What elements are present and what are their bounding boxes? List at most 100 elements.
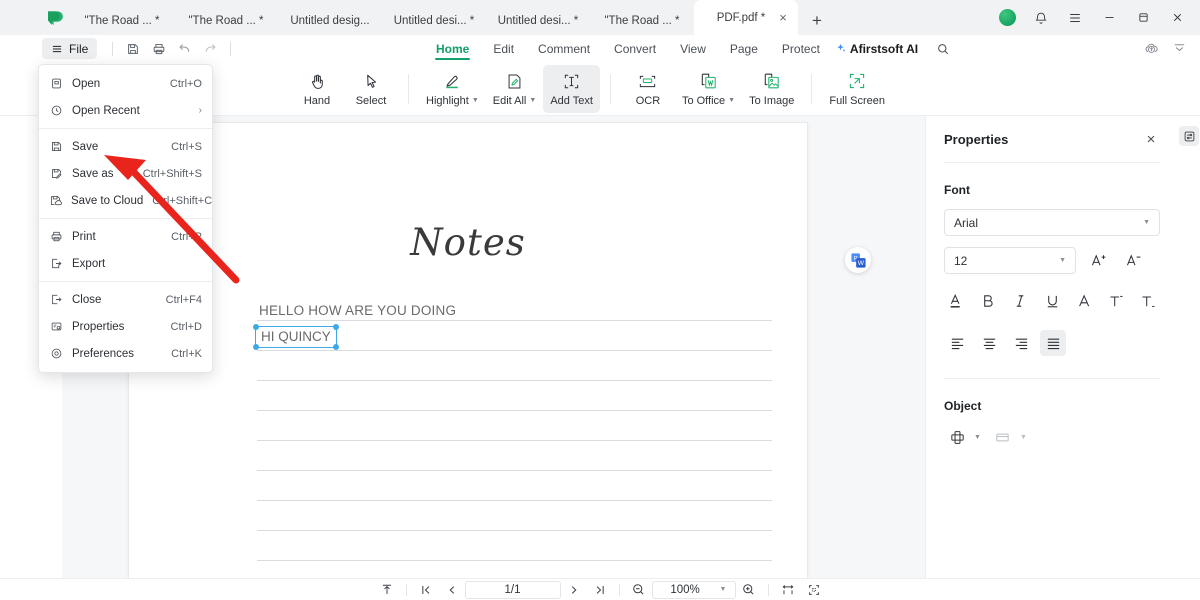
close-icon[interactable]: × — [776, 11, 790, 25]
text-style-icon[interactable] — [1072, 288, 1096, 314]
resize-handle-top-right[interactable] — [332, 324, 339, 330]
print-icon[interactable] — [147, 38, 170, 59]
close-icon[interactable]: × — [1142, 130, 1160, 148]
tool-ocr[interactable]: OCR — [621, 65, 675, 113]
chevron-down-icon[interactable]: ▼ — [1020, 434, 1027, 441]
menu-item-preferences[interactable]: Preferences Ctrl+K — [39, 340, 212, 367]
menu-item-close[interactable]: Close Ctrl+F4 — [39, 286, 212, 313]
cloud-upload-icon[interactable] — [1138, 37, 1164, 61]
tool-hand[interactable]: Hand — [290, 65, 344, 113]
tool-edit-all[interactable]: Edit All ▼ — [486, 65, 544, 113]
new-tab-button[interactable]: + — [802, 6, 832, 35]
ribbon-tab-page[interactable]: Page — [718, 35, 770, 62]
decrease-font-size-icon[interactable] — [1120, 248, 1146, 274]
font-color-icon[interactable] — [944, 288, 968, 314]
fit-page-icon[interactable] — [374, 580, 400, 600]
menu-item-export[interactable]: Export — [39, 250, 212, 277]
tool-to-image[interactable]: To Image — [742, 65, 801, 113]
document-text-line-1[interactable]: HELLO HOW ARE YOU DOING — [259, 303, 456, 318]
file-dropdown-menu[interactable]: Open Ctrl+O Open Recent › Save Ctrl+S Sa… — [38, 64, 213, 373]
page-heading: Notes — [410, 221, 526, 264]
menu-item-properties[interactable]: Properties Ctrl+D — [39, 313, 212, 340]
panel-settings-icon[interactable] — [1179, 126, 1199, 146]
align-left-icon[interactable] — [944, 330, 970, 356]
search-icon[interactable] — [936, 42, 950, 56]
collapse-ribbon-icon[interactable] — [1166, 37, 1192, 61]
ribbon-tab-comment[interactable]: Comment — [526, 35, 602, 62]
redo-icon[interactable] — [199, 38, 222, 59]
menu-item-save[interactable]: Save Ctrl+S — [39, 133, 212, 160]
pdf-page[interactable]: Notes HELLO HOW ARE YOU DOING HI QUINCY — [128, 122, 808, 600]
subscript-icon[interactable] — [1136, 288, 1160, 314]
zoom-level-select[interactable]: 100% ▼ — [651, 580, 736, 599]
ribbon-tab-convert[interactable]: Convert — [602, 35, 668, 62]
ribbon-tab-afirstsoft-ai[interactable]: Afirstsoft AI — [832, 35, 930, 62]
tool-add-text[interactable]: Add Text — [543, 64, 600, 113]
save-icon[interactable] — [121, 38, 144, 59]
selected-text-box[interactable]: HI QUINCY — [253, 324, 339, 350]
notification-bell-icon[interactable] — [1024, 3, 1058, 33]
chevron-down-icon[interactable]: ▼ — [974, 434, 981, 441]
font-size-select[interactable]: 12 ▼ — [944, 247, 1076, 274]
tab-5[interactable]: "The Road ... * — [590, 6, 694, 35]
increase-font-size-icon[interactable] — [1085, 248, 1111, 274]
menu-item-open-recent[interactable]: Open Recent › — [39, 97, 212, 124]
undo-icon[interactable] — [173, 38, 196, 59]
menu-item-label: Open Recent — [72, 104, 140, 117]
last-page-icon[interactable] — [587, 580, 613, 600]
zoom-out-icon[interactable] — [626, 580, 652, 600]
align-object-icon[interactable] — [944, 424, 970, 450]
tab-label: "The Road ... * — [188, 14, 264, 27]
fit-width-icon[interactable] — [775, 580, 801, 600]
previous-page-icon[interactable] — [439, 580, 465, 600]
align-center-icon[interactable] — [976, 330, 1002, 356]
object-frame-icon[interactable] — [990, 424, 1016, 450]
maximize-button[interactable] — [1126, 3, 1160, 33]
tool-full-screen[interactable]: Full Screen — [822, 65, 892, 113]
page-number-input[interactable]: 1/1 — [464, 580, 561, 599]
page-number-value: 1/1 — [504, 583, 521, 596]
underline-icon[interactable] — [1040, 288, 1064, 314]
zoom-in-icon[interactable] — [736, 580, 762, 600]
align-justify-icon[interactable] — [1040, 330, 1066, 356]
file-menu-button[interactable]: File — [42, 38, 98, 59]
tool-highlight[interactable]: Highlight ▼ — [419, 65, 486, 113]
font-family-value: Arial — [954, 215, 979, 230]
tab-6-active[interactable]: PDF.pdf * × — [694, 0, 798, 35]
font-family-select[interactable]: Arial ▼ — [944, 209, 1160, 236]
menu-item-save-as[interactable]: Save as Ctrl+Shift+S — [39, 160, 212, 187]
hamburger-menu-icon[interactable] — [1058, 3, 1092, 33]
ribbon-tab-view[interactable]: View — [668, 35, 718, 62]
pdf-to-word-icon[interactable]: P W — [845, 247, 871, 273]
resize-handle-top-left[interactable] — [253, 324, 259, 330]
menu-item-open[interactable]: Open Ctrl+O — [39, 70, 212, 97]
resize-handle-bottom-right[interactable] — [332, 344, 339, 350]
resize-handle-bottom-left[interactable] — [253, 344, 259, 350]
tab-0[interactable]: "The Road ... * — [70, 6, 174, 35]
bold-icon[interactable] — [976, 288, 1000, 314]
tab-3[interactable]: Untitled desi... * — [382, 6, 486, 35]
tool-label: Add Text — [550, 95, 593, 107]
align-right-icon[interactable] — [1008, 330, 1034, 356]
tab-4[interactable]: Untitled desi... * — [486, 6, 590, 35]
fit-screen-icon[interactable] — [801, 580, 827, 600]
next-page-icon[interactable] — [561, 580, 587, 600]
menu-item-save-to-cloud[interactable]: Save to Cloud Ctrl+Shift+C — [39, 187, 212, 214]
menu-item-print[interactable]: Print Ctrl+P — [39, 223, 212, 250]
ribbon-tab-home[interactable]: Home — [424, 35, 481, 62]
superscript-icon[interactable] — [1104, 288, 1128, 314]
minimize-button[interactable] — [1092, 3, 1126, 33]
first-page-icon[interactable] — [413, 580, 439, 600]
tool-to-office[interactable]: To Office ▼ — [675, 65, 742, 113]
close-window-button[interactable] — [1160, 3, 1194, 33]
italic-icon[interactable] — [1008, 288, 1032, 314]
font-size-row: 12 ▼ — [944, 247, 1160, 274]
tab-2[interactable]: Untitled desig... — [278, 6, 382, 35]
menu-divider — [39, 281, 212, 282]
ribbon-tab-edit[interactable]: Edit — [481, 35, 526, 62]
ribbon-tab-protect[interactable]: Protect — [770, 35, 832, 62]
account-avatar[interactable] — [990, 3, 1024, 33]
tab-1[interactable]: "The Road ... * — [174, 6, 278, 35]
tool-select[interactable]: Select — [344, 65, 398, 113]
cursor-icon — [362, 70, 381, 92]
